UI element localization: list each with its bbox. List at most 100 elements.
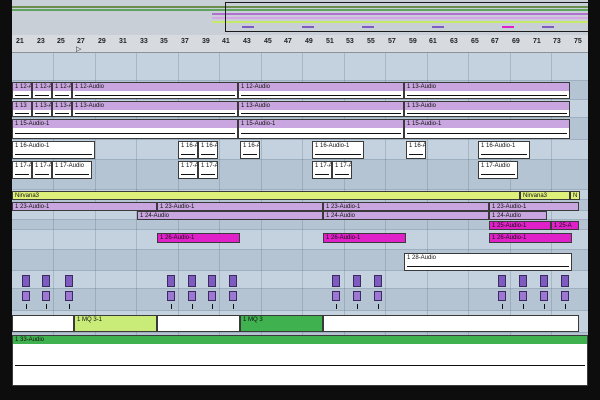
audio-clip[interactable]: 1 17-A xyxy=(178,161,198,179)
drum-clip[interactable] xyxy=(65,291,73,301)
audio-clip[interactable]: 1 17-A xyxy=(32,161,52,179)
audio-clip[interactable]: 1 12-Audio xyxy=(72,82,238,99)
drum-clip[interactable] xyxy=(229,291,237,301)
bar-number: 69 xyxy=(512,38,520,45)
audio-clip[interactable]: 1 MQ 3-1 xyxy=(74,315,157,332)
midi-clip[interactable]: Nirvana3 xyxy=(520,191,570,200)
clip-waveform xyxy=(239,91,403,98)
drum-clip[interactable] xyxy=(540,291,548,301)
audio-clip[interactable]: 1 13-Au xyxy=(52,101,72,117)
drum-clip[interactable] xyxy=(188,291,196,301)
drum-clip[interactable] xyxy=(540,275,548,287)
drum-clip[interactable] xyxy=(167,275,175,287)
audio-clip[interactable]: 1 24-Audio xyxy=(137,211,323,220)
clip-waveform xyxy=(73,91,237,98)
audio-clip[interactable]: 1 26-Audio-1 xyxy=(489,233,572,243)
audio-clip[interactable]: 1 24-Audio xyxy=(489,211,547,220)
drum-clip[interactable] xyxy=(167,291,175,301)
drum-clip[interactable] xyxy=(22,291,30,301)
drum-clip[interactable] xyxy=(65,275,73,287)
clip-name: 1 17-A xyxy=(315,163,331,169)
audio-clip[interactable] xyxy=(157,315,240,332)
bar-number: 37 xyxy=(181,38,189,45)
audio-clip[interactable]: 1 12-Audio xyxy=(238,82,404,99)
drum-clip[interactable] xyxy=(42,291,50,301)
drum-clip[interactable] xyxy=(353,275,361,287)
audio-clip[interactable]: 1 13-Au xyxy=(32,101,52,117)
audio-clip[interactable]: 1 28-Audio xyxy=(404,253,572,271)
drum-clip[interactable] xyxy=(229,275,237,287)
drum-clip[interactable] xyxy=(22,275,30,287)
drum-clip[interactable] xyxy=(42,275,50,287)
drum-clip[interactable] xyxy=(561,291,569,301)
audio-clip[interactable]: 1 26-Audio-1 xyxy=(323,233,406,243)
audio-clip[interactable]: 1 13-Audio xyxy=(404,82,570,99)
audio-clip[interactable]: 1 15-Audio-1 xyxy=(238,119,404,139)
bar-number: 55 xyxy=(367,38,375,45)
midi-clip[interactable]: N xyxy=(570,191,580,200)
audio-clip[interactable]: 1 23-Audio-1 xyxy=(157,202,323,211)
drum-clip[interactable] xyxy=(519,275,527,287)
overview-viewport-frame[interactable] xyxy=(225,2,588,32)
clip-name: 1 13-Audio xyxy=(407,103,437,109)
arrangement-overview[interactable] xyxy=(12,0,588,35)
audio-clip[interactable]: 1 25-A xyxy=(551,221,579,230)
audio-clip[interactable]: 1 17-A xyxy=(312,161,332,179)
audio-clip[interactable]: 1 15-Audio-1 xyxy=(12,119,238,139)
clip-name: 1 13-Audio xyxy=(75,103,105,109)
audio-clip[interactable]: 1 33-Audio xyxy=(12,335,588,386)
audio-clip[interactable]: 1 12-Au xyxy=(52,82,72,99)
midi-clip[interactable]: Nirvana3 xyxy=(12,191,520,200)
drum-clip[interactable] xyxy=(374,275,382,287)
audio-clip[interactable]: 1 12-A xyxy=(12,82,32,99)
audio-clip[interactable]: 1 17-A xyxy=(198,161,218,179)
bar-number: 73 xyxy=(553,38,561,45)
clip-waveform xyxy=(333,170,351,178)
audio-clip[interactable]: 1 12-Au xyxy=(32,82,52,99)
audio-clip[interactable]: 1 24-Audio xyxy=(323,211,489,220)
audio-clip[interactable]: 1 16-Audio-1 xyxy=(312,141,364,159)
drum-clip[interactable] xyxy=(498,291,506,301)
drum-clip[interactable] xyxy=(188,275,196,287)
bar-number: 25 xyxy=(57,38,65,45)
audio-clip[interactable]: 1 26-Audio-1 xyxy=(157,233,240,243)
audio-clip[interactable]: 1 16-Audio-1 xyxy=(12,141,95,159)
arrangement-tracks-area[interactable]: 1 12-A 1 12-Au 1 12-Au 1 12-Audio 1 12-A… xyxy=(12,53,588,386)
audio-clip[interactable]: 1 13-Audio xyxy=(238,101,404,117)
audio-clip[interactable]: 1 23-Audio-1 xyxy=(323,202,489,211)
locator-marker-icon[interactable]: ▷ xyxy=(76,45,81,52)
hit-marker xyxy=(357,304,358,309)
drum-clip[interactable] xyxy=(498,275,506,287)
audio-clip[interactable]: 1 16-A xyxy=(240,141,260,159)
drum-clip[interactable] xyxy=(332,275,340,287)
audio-clip[interactable] xyxy=(12,315,74,332)
drum-clip[interactable] xyxy=(519,291,527,301)
audio-clip[interactable]: 1 17-Audio xyxy=(52,161,92,179)
audio-clip[interactable]: 1 15-Audio-1 xyxy=(404,119,570,139)
drum-clip[interactable] xyxy=(208,291,216,301)
audio-clip[interactable]: 1 16-A xyxy=(178,141,198,159)
audio-clip[interactable]: 1 23-Audio-1 xyxy=(489,202,579,211)
drum-clip[interactable] xyxy=(332,291,340,301)
track-lane[interactable] xyxy=(12,53,588,81)
audio-clip[interactable]: 1 23-Audio-1 xyxy=(12,202,157,211)
drum-clip[interactable] xyxy=(208,275,216,287)
audio-clip[interactable]: 1 13-Audio xyxy=(404,101,570,117)
drum-clip[interactable] xyxy=(374,291,382,301)
clip-name: 1 28-Audio xyxy=(407,255,437,261)
audio-clip[interactable]: 1 16-A xyxy=(406,141,426,159)
audio-clip[interactable]: 1 25-Audio-1 xyxy=(489,221,551,230)
audio-clip[interactable]: 1 17-A xyxy=(332,161,352,179)
clip-waveform xyxy=(405,262,571,270)
audio-clip[interactable]: 1 13 xyxy=(12,101,32,117)
audio-clip[interactable]: 1 MQ 3 xyxy=(240,315,323,332)
drum-clip[interactable] xyxy=(561,275,569,287)
audio-clip[interactable] xyxy=(323,315,579,332)
audio-clip[interactable]: 1 16-Audio-1 xyxy=(478,141,530,159)
audio-clip[interactable]: 1 16-A xyxy=(198,141,218,159)
audio-clip[interactable]: 1 17-A xyxy=(12,161,32,179)
bar-ruler[interactable]: 21 23 25 27 29 31 33 35 37 39 41 43 45 4… xyxy=(12,35,588,53)
audio-clip[interactable]: 1 13-Audio xyxy=(72,101,238,117)
drum-clip[interactable] xyxy=(353,291,361,301)
audio-clip[interactable]: 1 17-Audio xyxy=(478,161,518,179)
